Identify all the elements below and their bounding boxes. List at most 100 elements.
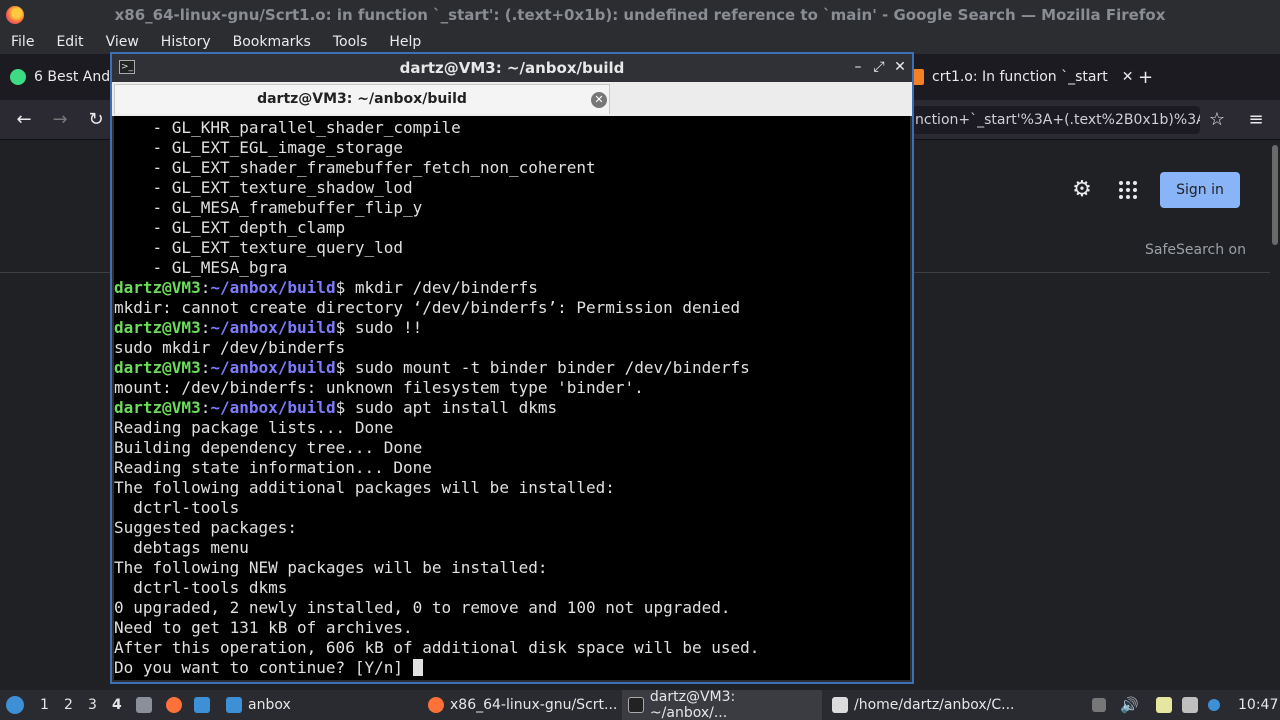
output-text: 0 upgraded, 2 newly installed, 0 to remo… [114, 598, 731, 617]
terminal-titlebar[interactable]: >_ dartz@VM3: ~/anbox/build – ⤢ ✕ [112, 54, 912, 82]
workspace-2[interactable]: 2 [64, 697, 73, 713]
terminal-output-line: After this operation, 606 kB of addition… [114, 638, 759, 658]
forward-icon[interactable]: → [48, 108, 72, 132]
firefox-launcher-icon[interactable] [166, 690, 188, 720]
update-icon[interactable] [1208, 690, 1226, 720]
menu-bookmarks[interactable]: Bookmarks [222, 34, 322, 50]
terminal-tabbar: dartz@VM3: ~/anbox/build ✕ [112, 82, 912, 116]
output-text: dctrl-tools [114, 498, 240, 517]
settings-gear-icon[interactable]: ⚙ [1071, 179, 1093, 201]
network-icon[interactable] [1182, 690, 1204, 720]
output-text: - GL_EXT_texture_query_lod [114, 238, 403, 257]
firefox-titlebar: x86_64-linux-gnu/Scrt1.o: in function `_… [0, 0, 1280, 30]
terminal-output-line: Reading package lists... Done [114, 418, 759, 438]
new-tab-button[interactable]: + [1138, 62, 1153, 92]
clipboard-icon[interactable] [1156, 690, 1178, 720]
tab-close-icon[interactable]: ✕ [1122, 69, 1134, 85]
terminal-output-line: mkdir: cannot create directory ‘/dev/bin… [114, 298, 759, 318]
terminal-output-line: dctrl-tools dkms [114, 578, 759, 598]
prompt-user: dartz@VM3 [114, 398, 201, 417]
task-terminal[interactable]: dartz@VM3: ~/anbox/... [622, 689, 822, 720]
task-label: anbox [248, 697, 291, 713]
task-anbox[interactable]: anbox [226, 690, 291, 720]
back-icon[interactable]: ← [12, 108, 36, 132]
command-text: $ sudo mount -t binder binder /dev/binde… [335, 358, 750, 377]
menu-help[interactable]: Help [378, 34, 432, 50]
tab-best-android[interactable]: 6 Best Andr [10, 62, 116, 92]
command-text: $ mkdir /dev/binderfs [335, 278, 538, 297]
task-editor[interactable]: /home/dartz/anbox/C... [832, 690, 1015, 720]
terminal-tab[interactable]: dartz@VM3: ~/anbox/build ✕ [114, 84, 610, 114]
workspace-4[interactable]: 4 [112, 697, 122, 713]
terminal-output-line: Need to get 131 kB of archives. [114, 618, 759, 638]
maximize-icon[interactable]: ⤢ [870, 58, 888, 76]
output-text: - GL_EXT_shader_framebuffer_fetch_non_co… [114, 158, 596, 177]
scrollbar-thumb[interactable] [1272, 145, 1278, 245]
menu-tools[interactable]: Tools [322, 34, 379, 50]
clock[interactable]: 10:47 [1238, 690, 1278, 720]
google-apps-icon[interactable] [1117, 179, 1139, 201]
terminal-output-line: - GL_KHR_parallel_shader_compile [114, 118, 759, 138]
terminal-output-line: - GL_EXT_EGL_image_storage [114, 138, 759, 158]
reload-icon[interactable]: ↻ [84, 108, 108, 132]
sign-in-button[interactable]: Sign in [1160, 172, 1240, 208]
menu-file[interactable]: File [0, 34, 45, 50]
terminal-output-line: Building dependency tree... Done [114, 438, 759, 458]
terminal-cursor [412, 659, 423, 676]
output-text: - GL_MESA_framebuffer_flip_y [114, 198, 423, 217]
output-text: Reading package lists... Done [114, 418, 394, 437]
file-manager-launcher-icon[interactable] [194, 690, 216, 720]
terminal-output[interactable]: - GL_KHR_parallel_shader_compile - GL_EX… [114, 116, 910, 680]
url-bar[interactable]: nction+`_start'%3A+(.text%2B0x1b)%3A [905, 106, 1200, 134]
terminal-output-line: - GL_MESA_framebuffer_flip_y [114, 198, 759, 218]
tab-label: crt1.o: In function `_start [932, 69, 1108, 85]
start-menu-icon[interactable] [6, 690, 30, 720]
output-text: - GL_EXT_depth_clamp [114, 218, 346, 237]
output-text: Need to get 131 kB of archives. [114, 618, 413, 637]
terminal-output-line: Reading state information... Done [114, 458, 759, 478]
terminal-lines: - GL_KHR_parallel_shader_compile - GL_EX… [114, 118, 759, 678]
tray-up-icon[interactable] [1092, 690, 1112, 720]
output-text: - GL_EXT_EGL_image_storage [114, 138, 403, 157]
bookmark-star-icon[interactable]: ☆ [1205, 108, 1229, 132]
terminal-output-line: debtags menu [114, 538, 759, 558]
prompt-path: ~/anbox/build [210, 278, 336, 297]
tab-crt1[interactable]: crt1.o: In function `_start ✕ [908, 62, 1133, 92]
close-icon[interactable]: ✕ [891, 58, 909, 76]
menu-view[interactable]: View [95, 34, 150, 50]
show-desktop-icon[interactable] [136, 690, 158, 720]
taskbar: 1 2 3 4 anbox x86_64-linux-gnu/Scrt... d… [0, 689, 1280, 720]
safesearch-status[interactable]: SafeSearch on [1145, 242, 1246, 258]
task-label: /home/dartz/anbox/C... [854, 697, 1015, 713]
volume-icon[interactable]: 🔊 [1120, 690, 1139, 720]
workspace-3[interactable]: 3 [88, 697, 97, 713]
page-scrollbar[interactable] [1270, 141, 1280, 690]
firefox-window-title: x86_64-linux-gnu/Scrt1.o: in function `_… [114, 6, 1166, 24]
command-text: $ sudo apt install dkms [335, 398, 558, 417]
firefox-icon [428, 697, 444, 713]
terminal-window[interactable]: >_ dartz@VM3: ~/anbox/build – ⤢ ✕ dartz@… [110, 52, 914, 684]
terminal-command-line: dartz@VM3:~/anbox/build$ mkdir /dev/bind… [114, 278, 759, 298]
terminal-window-title: dartz@VM3: ~/anbox/build [399, 59, 625, 77]
minimize-icon[interactable]: – [849, 58, 867, 76]
hamburger-menu-icon[interactable]: ≡ [1244, 108, 1268, 132]
terminal-output-line: mount: /dev/binderfs: unknown filesystem… [114, 378, 759, 398]
firefox-menubar: File Edit View History Bookmarks Tools H… [0, 30, 1280, 54]
tab-close-icon[interactable]: ✕ [591, 92, 607, 108]
menu-history[interactable]: History [150, 34, 222, 50]
terminal-output-line: dctrl-tools [114, 498, 759, 518]
menu-edit[interactable]: Edit [45, 34, 94, 50]
terminal-output-line: sudo mkdir /dev/binderfs [114, 338, 759, 358]
terminal-command-line: dartz@VM3:~/anbox/build$ sudo mount -t b… [114, 358, 759, 378]
tab-label: 6 Best Andr [34, 69, 116, 85]
output-text: - GL_MESA_bgra [114, 258, 288, 277]
workspace-1[interactable]: 1 [40, 697, 49, 713]
output-text: mount: /dev/binderfs: unknown filesystem… [114, 378, 644, 397]
prompt-separator: : [200, 278, 211, 297]
terminal-output-line: 0 upgraded, 2 newly installed, 0 to remo… [114, 598, 759, 618]
output-text: - GL_KHR_parallel_shader_compile [114, 118, 461, 137]
task-firefox[interactable]: x86_64-linux-gnu/Scrt... [428, 690, 617, 720]
output-text: sudo mkdir /dev/binderfs [114, 338, 346, 357]
prompt-path: ~/anbox/build [210, 318, 336, 337]
output-text: - GL_EXT_texture_shadow_lod [114, 178, 413, 197]
